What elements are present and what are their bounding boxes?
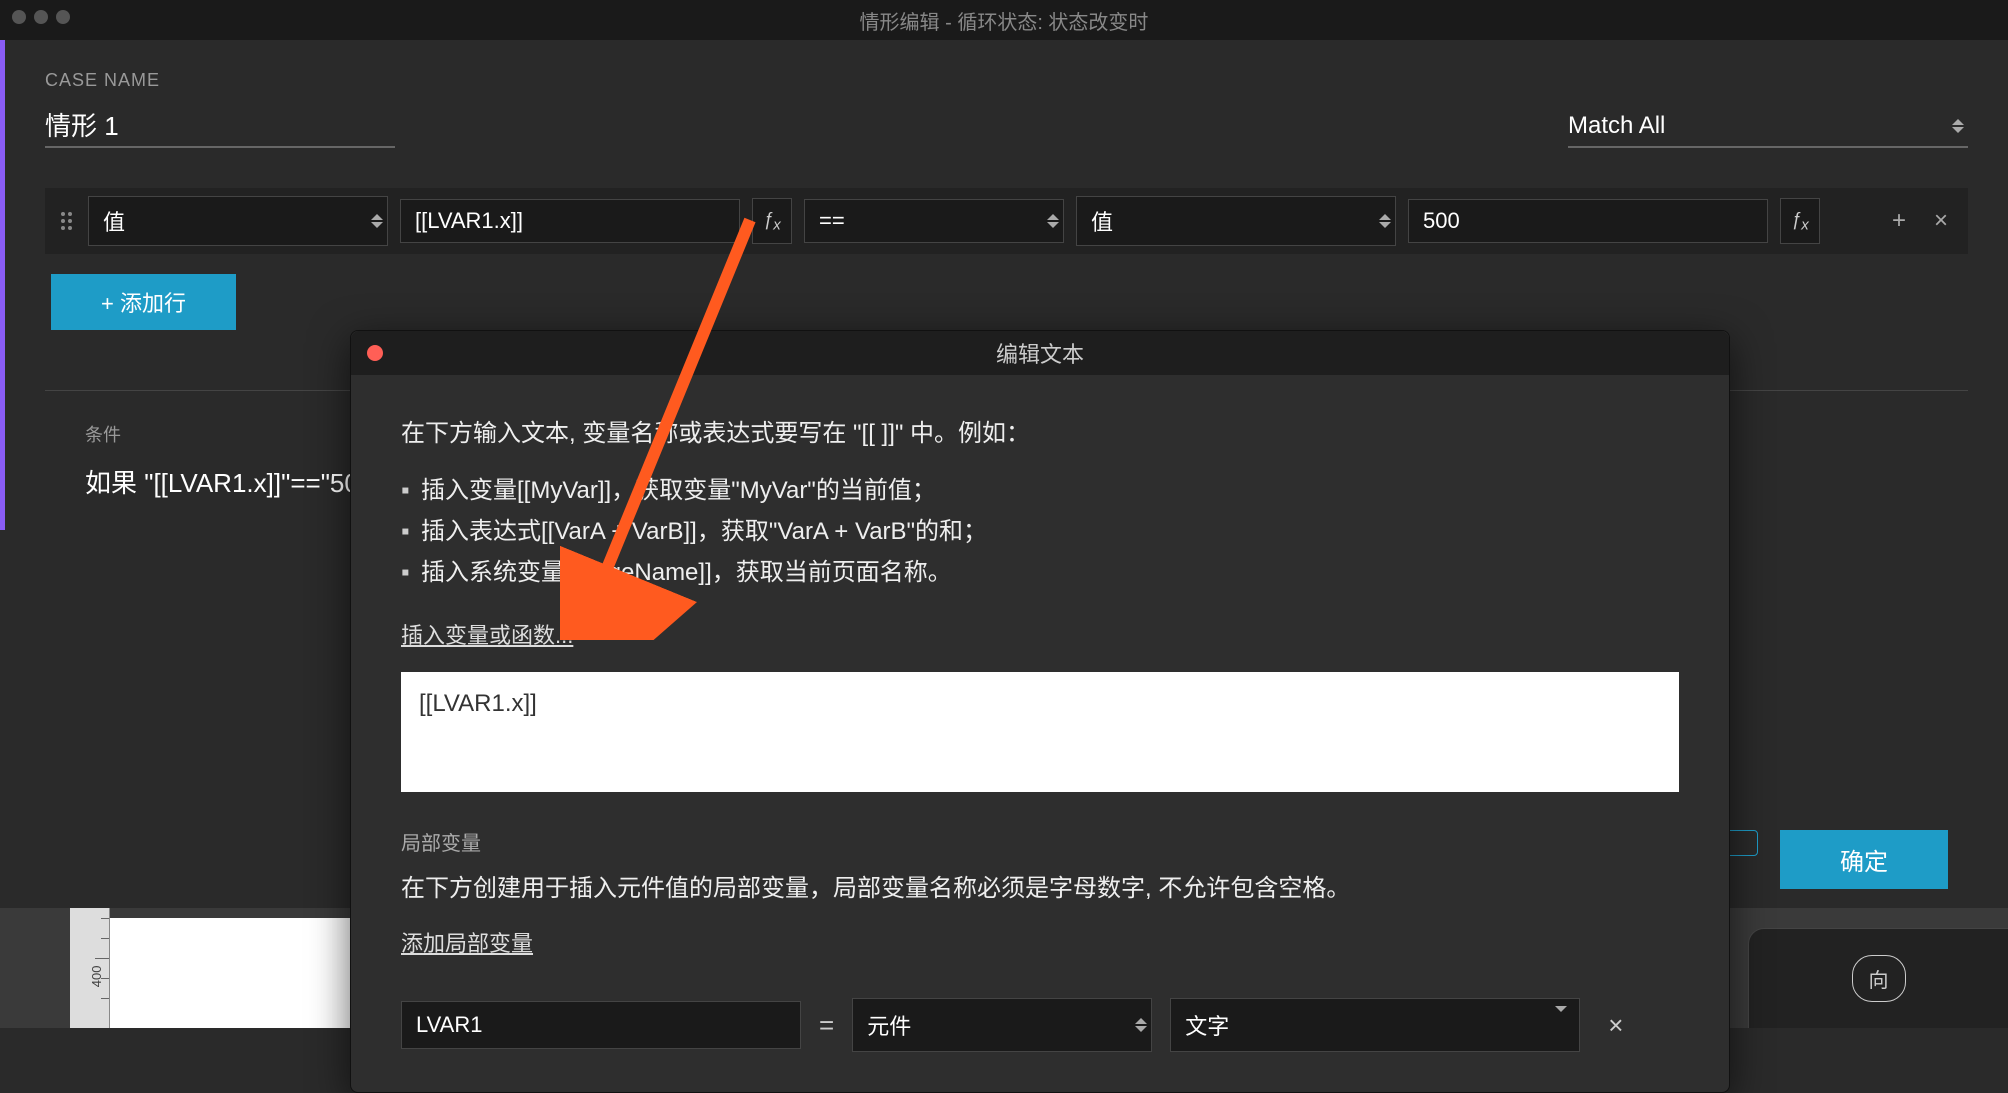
chevrons-icon xyxy=(1379,214,1391,228)
modal-close-icon[interactable] xyxy=(367,345,383,361)
traffic-close[interactable] xyxy=(12,10,26,24)
fx-button-right[interactable]: ƒx xyxy=(1780,198,1820,245)
local-var-label: 局部变量 xyxy=(401,827,1679,856)
left-value-input[interactable] xyxy=(400,199,740,243)
chevron-down-icon xyxy=(1555,1012,1567,1038)
case-name-input[interactable] xyxy=(45,103,395,148)
ok-button[interactable]: 确定 xyxy=(1780,830,1948,889)
modal-bullets: 插入变量[[MyVar]]，获取变量"MyVar"的当前值； 插入表达式[[Va… xyxy=(401,471,1679,593)
chevrons-icon xyxy=(1047,214,1059,228)
local-var-type-select[interactable]: 元件 xyxy=(852,998,1152,1052)
vertical-ruler: 400 xyxy=(70,908,110,1028)
modal-titlebar: 编辑文本 xyxy=(351,331,1729,375)
bullet-item: 插入系统变量[[PageName]]，获取当前页面名称。 xyxy=(401,553,1679,594)
partial-button[interactable]: 向 xyxy=(1852,955,1906,1002)
chevrons-icon xyxy=(371,214,383,228)
right-type-select[interactable]: 值 xyxy=(1076,196,1396,246)
expression-textarea[interactable]: [[LVAR1.x]] xyxy=(401,672,1679,792)
window-titlebar: 情形编辑 - 循环状态: 状态改变时 xyxy=(0,0,2008,40)
add-row-button[interactable]: + 添加行 xyxy=(51,274,236,330)
drag-handle-icon[interactable] xyxy=(57,208,76,234)
chevrons-icon xyxy=(1952,119,1964,133)
traffic-min[interactable] xyxy=(34,10,48,24)
add-condition-icon[interactable]: + xyxy=(1884,206,1914,236)
modal-description: 在下方输入文本, 变量名称或表达式要写在 "[[ ]]" 中。例如： xyxy=(401,415,1679,453)
local-var-row: = 元件 文字 × xyxy=(401,998,1679,1052)
remove-local-var-icon[interactable]: × xyxy=(1598,1010,1633,1041)
bottom-right-panel: 向 xyxy=(1748,928,2008,1028)
ruler-label: 400 xyxy=(90,966,105,988)
local-var-description: 在下方创建用于插入元件值的局部变量，局部变量名称必须是字母数字, 不允许包含空格… xyxy=(401,870,1679,908)
bullet-item: 插入变量[[MyVar]]，获取变量"MyVar"的当前值； xyxy=(401,471,1679,512)
edit-text-modal: 编辑文本 在下方输入文本, 变量名称或表达式要写在 "[[ ]]" 中。例如： … xyxy=(350,330,1730,1093)
local-var-prop-select[interactable]: 文字 xyxy=(1170,998,1580,1052)
window-title: 情形编辑 - 循环状态: 状态改变时 xyxy=(860,6,1149,35)
match-mode-select[interactable]: Match All xyxy=(1568,106,1968,148)
operator-select[interactable]: == xyxy=(804,199,1064,243)
condition-row: 值 ƒx == 值 ƒx + × xyxy=(45,188,1968,254)
local-var-name-input[interactable] xyxy=(401,1001,801,1049)
case-name-label: CASE NAME xyxy=(45,70,1968,91)
add-local-var-link[interactable]: 添加局部变量 xyxy=(401,926,533,958)
insert-var-link[interactable]: 插入变量或函数... xyxy=(401,618,573,650)
traffic-lights xyxy=(12,10,70,24)
bullet-item: 插入表达式[[VarA + VarB]]，获取"VarA + VarB"的和； xyxy=(401,512,1679,553)
left-type-select[interactable]: 值 xyxy=(88,196,388,246)
modal-title: 编辑文本 xyxy=(996,337,1084,369)
remove-condition-icon[interactable]: × xyxy=(1926,206,1956,236)
chevrons-icon xyxy=(1135,1018,1147,1032)
right-value-input[interactable] xyxy=(1408,199,1768,243)
equals-sign: = xyxy=(819,1010,834,1041)
traffic-max[interactable] xyxy=(56,10,70,24)
fx-button-left[interactable]: ƒx xyxy=(752,198,792,245)
